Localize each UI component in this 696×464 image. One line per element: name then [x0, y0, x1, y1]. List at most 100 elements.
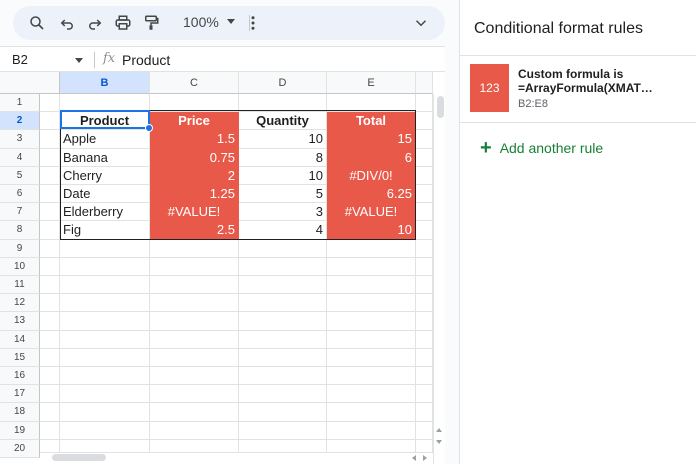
empty-cell[interactable]: [239, 294, 327, 313]
empty-cell[interactable]: [150, 312, 239, 331]
column-a-cell[interactable]: [40, 185, 60, 204]
row-header-9[interactable]: 9: [0, 239, 40, 258]
collapse-menu-icon[interactable]: [409, 11, 433, 35]
column-header-b[interactable]: B: [60, 72, 150, 94]
empty-cell[interactable]: [150, 367, 239, 386]
row-header-18[interactable]: 18: [0, 403, 40, 422]
column-header-c[interactable]: C: [150, 72, 239, 94]
search-icon[interactable]: [25, 11, 49, 35]
empty-cell[interactable]: [416, 221, 433, 240]
empty-cell[interactable]: [239, 367, 327, 386]
row-header-11[interactable]: 11: [0, 276, 40, 295]
column-a-cell[interactable]: [40, 330, 60, 349]
column-header-e[interactable]: E: [327, 72, 416, 94]
column-a-cell[interactable]: [40, 367, 60, 386]
empty-cell[interactable]: [150, 385, 239, 404]
empty-cell[interactable]: [60, 385, 150, 404]
empty-cell[interactable]: [416, 185, 433, 204]
empty-cell[interactable]: [239, 276, 327, 295]
row-header-4[interactable]: 4: [0, 148, 40, 167]
column-a-cell[interactable]: [40, 385, 60, 404]
empty-cell[interactable]: [327, 294, 416, 313]
column-a-cell[interactable]: [40, 166, 60, 185]
empty-cell[interactable]: [327, 257, 416, 276]
empty-cell[interactable]: [60, 94, 150, 113]
empty-cell[interactable]: [60, 239, 150, 258]
column-a-cell[interactable]: [40, 130, 60, 149]
vertical-scrollbar[interactable]: [433, 94, 445, 464]
empty-cell[interactable]: [60, 330, 150, 349]
table-cell[interactable]: Date: [60, 185, 150, 204]
empty-cell[interactable]: [150, 276, 239, 295]
column-a-cell[interactable]: [40, 148, 60, 167]
row-header-6[interactable]: 6: [0, 185, 40, 204]
empty-cell[interactable]: [416, 403, 433, 422]
empty-cell[interactable]: [416, 312, 433, 331]
empty-cell[interactable]: [60, 257, 150, 276]
header-cell[interactable]: Product: [60, 112, 150, 131]
select-all-corner[interactable]: [0, 72, 60, 94]
empty-cell[interactable]: [327, 276, 416, 295]
row-header-1[interactable]: 1: [0, 94, 40, 113]
empty-cell[interactable]: [416, 367, 433, 386]
vertical-scroll-thumb[interactable]: [437, 96, 444, 118]
paint-format-icon[interactable]: [139, 11, 163, 35]
empty-cell[interactable]: [416, 257, 433, 276]
empty-cell[interactable]: [239, 385, 327, 404]
empty-cell[interactable]: [60, 348, 150, 367]
add-another-rule-button[interactable]: + Add another rule: [480, 138, 603, 158]
empty-cell[interactable]: [239, 348, 327, 367]
empty-cell[interactable]: [416, 203, 433, 222]
column-a-cell[interactable]: [40, 112, 60, 131]
table-cell[interactable]: 1.25: [150, 185, 239, 204]
empty-cell[interactable]: [416, 239, 433, 258]
row-header-13[interactable]: 13: [0, 312, 40, 331]
scroll-left-arrow-icon[interactable]: [412, 455, 416, 461]
column-a-cell[interactable]: [40, 203, 60, 222]
table-cell[interactable]: Elderberry: [60, 203, 150, 222]
empty-cell[interactable]: [150, 348, 239, 367]
column-a-cell[interactable]: [40, 239, 60, 258]
empty-cell[interactable]: [327, 403, 416, 422]
print-icon[interactable]: [111, 11, 135, 35]
column-a-cell[interactable]: [40, 294, 60, 313]
column-a-cell[interactable]: [40, 257, 60, 276]
scroll-down-arrow-icon[interactable]: [436, 440, 442, 444]
table-cell[interactable]: 10: [239, 130, 327, 149]
table-cell[interactable]: 5: [239, 185, 327, 204]
row-header-2[interactable]: 2: [0, 112, 40, 131]
empty-cell[interactable]: [327, 94, 416, 113]
column-a-cell[interactable]: [40, 221, 60, 240]
name-box[interactable]: B2: [12, 52, 28, 67]
empty-cell[interactable]: [416, 421, 433, 440]
empty-cell[interactable]: [416, 330, 433, 349]
empty-cell[interactable]: [239, 257, 327, 276]
empty-cell[interactable]: [416, 112, 433, 131]
scroll-up-arrow-icon[interactable]: [436, 428, 442, 432]
row-header-8[interactable]: 8: [0, 221, 40, 240]
empty-cell[interactable]: [327, 330, 416, 349]
column-a-cell[interactable]: [40, 348, 60, 367]
name-box-dropdown-icon[interactable]: [75, 58, 83, 63]
row-header-5[interactable]: 5: [0, 166, 40, 185]
empty-cell[interactable]: [416, 130, 433, 149]
empty-cell[interactable]: [416, 385, 433, 404]
empty-cell[interactable]: [239, 330, 327, 349]
empty-cell[interactable]: [60, 403, 150, 422]
column-a-cell[interactable]: [40, 276, 60, 295]
table-cell[interactable]: 8: [239, 148, 327, 167]
header-cell[interactable]: Price: [150, 112, 239, 131]
chevron-down-icon[interactable]: [227, 19, 235, 24]
empty-cell[interactable]: [150, 257, 239, 276]
empty-cell[interactable]: [60, 276, 150, 295]
empty-cell[interactable]: [150, 94, 239, 113]
header-cell[interactable]: Quantity: [239, 112, 327, 131]
empty-cell[interactable]: [150, 421, 239, 440]
row-header-3[interactable]: 3: [0, 130, 40, 149]
empty-cell[interactable]: [327, 367, 416, 386]
empty-cell[interactable]: [327, 421, 416, 440]
table-cell[interactable]: 2: [150, 166, 239, 185]
table-cell[interactable]: #VALUE!: [150, 203, 239, 222]
empty-cell[interactable]: [239, 403, 327, 422]
empty-cell[interactable]: [60, 294, 150, 313]
